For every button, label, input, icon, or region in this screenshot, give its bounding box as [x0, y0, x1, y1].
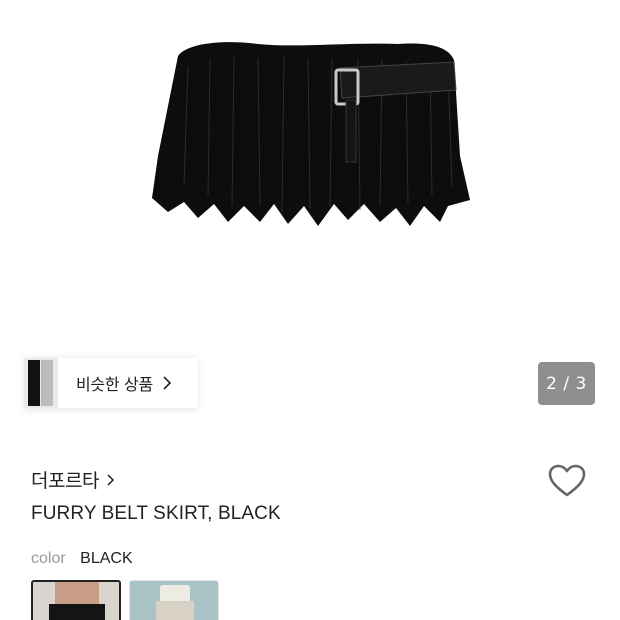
brand-link[interactable]: 더포르타 [31, 466, 115, 493]
color-swatch-other[interactable] [129, 580, 219, 620]
chevron-right-icon [107, 473, 114, 486]
chevron-right-icon [163, 376, 172, 390]
similar-products-thumbnail [24, 358, 58, 408]
image-counter-badge: 2 / 3 [538, 362, 595, 405]
color-row: color BLACK [31, 550, 133, 568]
color-value: BLACK [80, 550, 133, 567]
color-swatch-black[interactable] [31, 580, 121, 620]
similar-products-label: 비슷한 상품 [76, 375, 153, 394]
heart-outline-icon[interactable] [548, 464, 586, 498]
color-label: color [31, 550, 66, 567]
product-image [152, 42, 470, 226]
similar-products-button[interactable]: 비슷한 상품 [24, 358, 198, 408]
product-title: FURRY BELT SKIRT, BLACK [31, 503, 281, 524]
brand-name: 더포르타 [31, 470, 99, 492]
